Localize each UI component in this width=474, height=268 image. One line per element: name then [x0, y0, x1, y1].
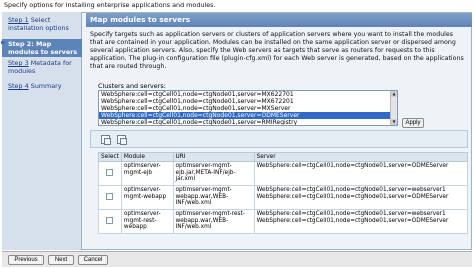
select-cell — [98, 209, 122, 234]
deselect-all-icon[interactable] — [117, 135, 127, 145]
column-header-server: Server — [253, 152, 469, 162]
module-cell: optimserver-mgmt-rest-webapp — [120, 209, 174, 234]
server-cell: WebSphere:cell=ctgCell01,node=ctgNode01,… — [253, 185, 469, 210]
select-all-icon[interactable] — [101, 135, 111, 145]
step-2-current: ► Step 2: Map modules to servers — [1, 39, 82, 57]
clusters-label: Clusters and servers: — [98, 82, 166, 90]
module-cell: optimserver-mgmt-ejb — [120, 161, 174, 186]
uri-cell: optimserver-mgmt-rest-webapp.war,WEB-INF… — [172, 209, 255, 234]
step-1-link[interactable]: Step 1 Select installation options — [8, 16, 81, 32]
cluster-option-selected[interactable]: WebSphere:cell=ctgCell01,node=ctgNode01,… — [99, 112, 397, 119]
clusters-servers-listbox[interactable]: WebSphere:cell=ctgCell01,node=ctgNode01,… — [98, 90, 398, 126]
table-toolbar — [90, 130, 468, 148]
step-4-number: Step 4 — [8, 82, 29, 90]
row-checkbox[interactable] — [106, 192, 114, 200]
cluster-option[interactable]: WebSphere:cell=ctgCell01,node=ctgNode01,… — [99, 91, 397, 98]
step-3-link[interactable]: Step 3 Metadata for modules — [8, 59, 81, 75]
table-header-row: Select Module URI Server — [98, 152, 469, 162]
previous-button[interactable]: Previous — [8, 255, 44, 265]
wizard-button-bar: Previous Next Cancel — [2, 251, 472, 267]
main-panel: Map modules to servers Specify targets s… — [86, 12, 472, 250]
table-row: optimserver-mgmt-rest-webapp optimserver… — [98, 209, 469, 234]
listbox-scrollbar[interactable]: ▲ ▼ — [390, 91, 397, 125]
current-step-arrow-icon: ► — [1, 39, 6, 46]
select-cell — [98, 161, 122, 186]
next-button[interactable]: Next — [48, 255, 74, 265]
step-4-link[interactable]: Step 4 Summary — [8, 82, 62, 90]
modules-table: Select Module URI Server optimserver-mgm… — [98, 152, 469, 234]
wizard-steps-sidebar: Step 1 Select installation options ► Ste… — [1, 12, 82, 250]
cluster-option[interactable]: WebSphere:cell=ctgCell01,node=ctgNode01,… — [99, 119, 397, 125]
cluster-option[interactable]: WebSphere:cell=ctgCell01,node=ctgNode01,… — [99, 105, 397, 112]
table-row: optimserver-mgmt-webapp optimserver-mgmt… — [98, 185, 469, 210]
uri-cell: optimserver-mgmt-ejb.jar,META-INF/ejb-ja… — [172, 161, 255, 186]
column-header-uri: URI — [172, 152, 255, 162]
cancel-button[interactable]: Cancel — [78, 255, 108, 265]
scroll-down-icon[interactable]: ▼ — [391, 119, 397, 125]
cluster-option[interactable]: WebSphere:cell=ctgCell01,node=ctgNode01,… — [99, 98, 397, 105]
table-row: optimserver-mgmt-ejb optimserver-mgmt-ej… — [98, 161, 469, 186]
server-cell: WebSphere:cell=ctgCell01,node=ctgNode01,… — [253, 161, 469, 186]
step-1-number: Step 1 — [8, 16, 29, 24]
row-checkbox[interactable] — [106, 216, 114, 224]
column-header-select: Select — [98, 152, 122, 162]
scroll-up-icon[interactable]: ▲ — [391, 91, 397, 97]
panel-title: Map modules to servers — [86, 13, 472, 27]
column-header-module: Module — [120, 152, 174, 162]
step-4-label: Summary — [30, 82, 62, 90]
uri-cell: optimserver-mgmt-webapp.war,WEB-INF/web.… — [172, 185, 255, 210]
select-cell — [98, 185, 122, 210]
module-cell: optimserver-mgmt-webapp — [120, 185, 174, 210]
page-instructions: Specify options for installing enterpris… — [4, 1, 216, 9]
panel-description: Specify targets such as application serv… — [90, 31, 464, 70]
row-checkbox[interactable] — [106, 168, 114, 176]
step-2-number: Step 2: — [8, 40, 34, 48]
apply-button[interactable]: Apply — [402, 118, 424, 128]
server-cell: WebSphere:cell=ctgCell01,node=ctgNode01,… — [253, 209, 469, 234]
step-3-number: Step 3 — [8, 59, 29, 67]
